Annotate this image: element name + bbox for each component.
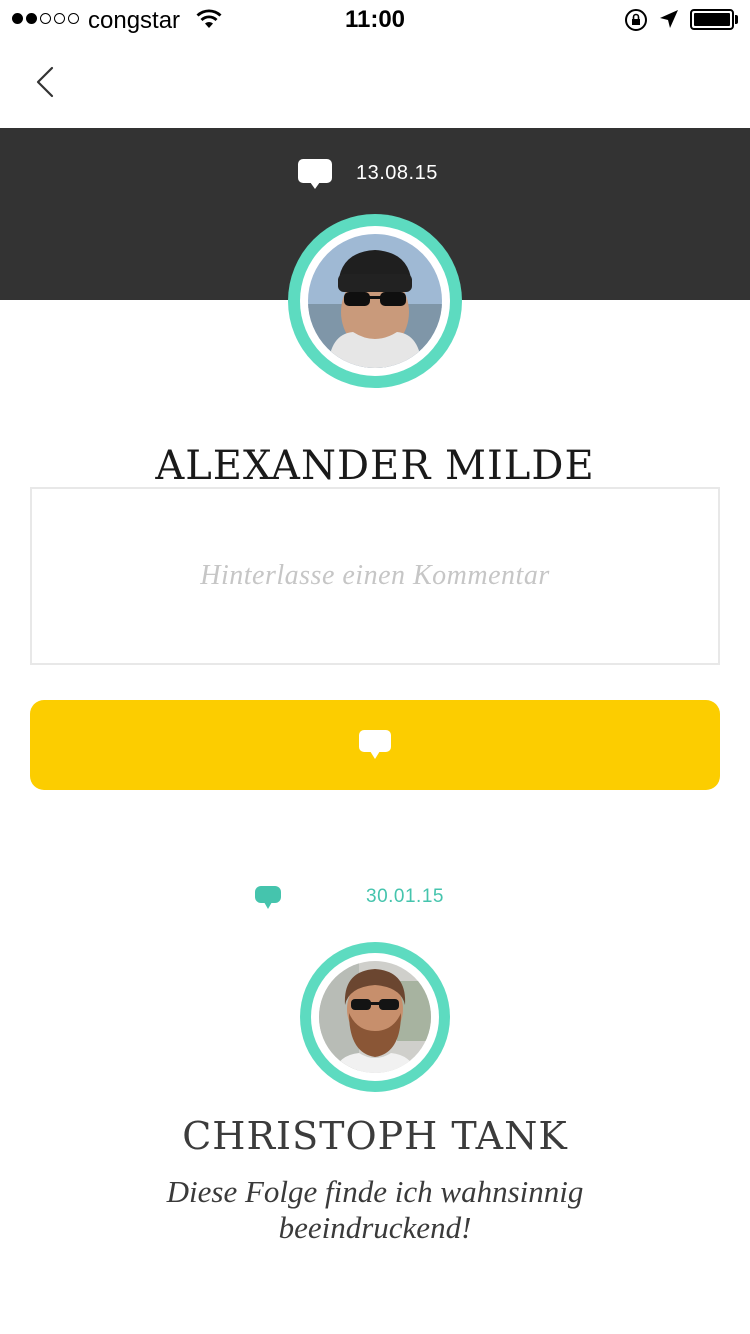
comment-placeholder: Hinterlasse einen Kommentar [200,560,550,591]
chevron-left-icon [36,66,54,98]
battery-icon [690,9,734,30]
comment-author: CHRISTOPH TANK [182,1114,568,1158]
profile-name: ALEXANDER MILDE [155,442,595,489]
comment-date: 30.01.15 [366,886,444,907]
profile-photo [308,234,442,368]
rotation-lock-icon [624,8,648,37]
comment-author-photo [319,961,431,1073]
speech-bubble-icon [297,158,333,195]
comment-input[interactable]: Hinterlasse einen Kommentar [30,487,720,665]
submit-comment-button[interactable] [30,700,720,790]
avatar [300,942,450,1092]
location-arrow-icon [659,9,679,34]
back-button[interactable] [26,62,66,102]
status-bar: congstar 11:00 [0,0,750,40]
episode-date: 13.08.15 [356,162,438,184]
comment-text: Diese Folge finde ich wahnsinnig beeindr… [166,1174,584,1245]
avatar [288,214,462,388]
battery-tip [735,15,738,24]
speech-bubble-icon [254,885,282,916]
speech-bubble-icon [359,730,391,759]
